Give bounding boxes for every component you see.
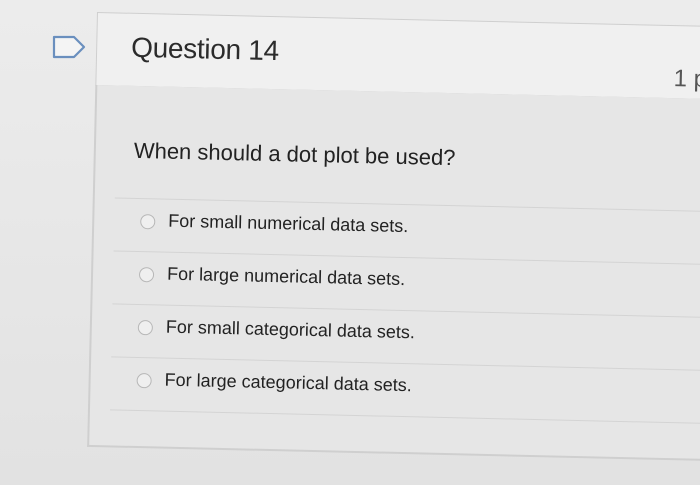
flag-icon[interactable]: [52, 34, 86, 60]
question-title: Question 14: [130, 31, 280, 67]
answer-label[interactable]: For large categorical data sets.: [164, 370, 412, 397]
answer-label[interactable]: For small numerical data sets.: [168, 211, 408, 237]
question-body: When should a dot plot be used? For smal…: [87, 84, 700, 462]
radio-icon[interactable]: [137, 320, 154, 336]
radio-icon[interactable]: [140, 214, 156, 230]
radio-icon[interactable]: [138, 267, 155, 283]
radio-icon[interactable]: [136, 372, 152, 389]
quiz-screen: Question 14 1 p When should a dot plot b…: [0, 0, 700, 485]
question-prompt: When should a dot plot be used?: [133, 137, 456, 171]
answer-label[interactable]: For large numerical data sets.: [167, 264, 406, 290]
question-card: Question 14 1 p When should a dot plot b…: [87, 12, 700, 472]
question-points: 1 p: [673, 65, 700, 93]
answer-list: For small numerical data sets. For large…: [109, 197, 700, 425]
answer-label[interactable]: For small categorical data sets.: [166, 317, 415, 344]
